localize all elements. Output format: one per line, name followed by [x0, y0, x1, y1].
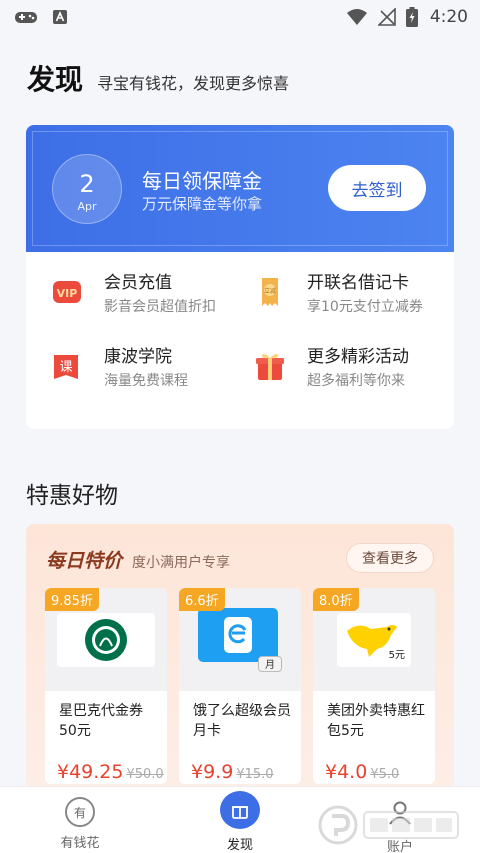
feature-debit-card[interactable]: 立减 开联名借记卡 享10元支付立减券: [251, 268, 454, 316]
deals-title: 每日特价: [46, 550, 123, 572]
tab-youqianhua[interactable]: 有 有钱花: [0, 787, 160, 853]
course-icon: 课: [48, 347, 86, 385]
feature-name: 康波学院: [104, 347, 172, 367]
watermark-logo: [318, 805, 459, 845]
gift-box-icon: [220, 791, 260, 829]
clock: 4:20: [429, 7, 468, 27]
product-list: 9.85折 星巴克代金券50元 ¥49.25 ¥50.0 月 6.6折 饿了么超…: [45, 588, 435, 784]
feature-name: 更多精彩活动: [307, 347, 409, 367]
tab-discover[interactable]: 发现: [160, 787, 320, 853]
date-day: 2: [79, 170, 95, 198]
feature-more-events[interactable]: 更多精彩活动 超多福利等你来: [251, 342, 454, 390]
tab-label: 发现: [226, 838, 253, 853]
feature-desc: 享10元支付立减券: [307, 299, 423, 315]
card-coupon-icon: 立减: [251, 273, 289, 311]
app-a-icon: [53, 10, 67, 24]
product-name: 美团外卖特惠红包5元: [327, 703, 425, 739]
sign-in-button[interactable]: 去签到: [328, 165, 426, 211]
status-bar: 4:20: [0, 0, 480, 34]
feature-desc: 海量免费课程: [104, 373, 188, 389]
deals-header: 每日特价 度小满用户专享: [46, 546, 230, 573]
product-card[interactable]: 9.85折 星巴克代金券50元 ¥49.25 ¥50.0: [45, 588, 167, 784]
product-card[interactable]: 月 6.6折 饿了么超级会员月卡 ¥9.9 ¥15.0: [179, 588, 301, 784]
month-badge: 月: [258, 655, 282, 672]
product-original-price: ¥50.0: [126, 767, 164, 782]
tab-label: 有钱花: [60, 836, 100, 851]
product-price: ¥49.25: [57, 761, 124, 783]
sign-in-banner[interactable]: 2 Apr 每日领保障金 万元保障金等你拿 去签到: [26, 125, 454, 252]
product-name: 星巴克代金券50元: [59, 703, 143, 739]
feature-grid: VIP 会员充值 影音会员超值折扣 立减 开联名借记卡 享10元支付立减券 课 …: [26, 252, 454, 390]
signal-off-icon: [377, 8, 396, 26]
banner-title: 每日领保障金: [142, 169, 262, 193]
date-month: Apr: [77, 200, 97, 213]
svg-text:课: 课: [59, 360, 72, 375]
discount-tag: 8.0折: [313, 588, 359, 611]
product-name: 饿了么超级会员月卡: [193, 703, 291, 739]
product-price: ¥9.9: [191, 761, 234, 783]
feature-name: 开联名借记卡: [307, 273, 409, 293]
deals-subtitle: 度小满用户专享: [132, 555, 231, 571]
section-title-deals: 特惠好物: [26, 483, 118, 509]
youqianhua-icon: 有: [65, 797, 95, 827]
vip-icon: VIP: [48, 273, 86, 311]
feature-academy[interactable]: 课 康波学院 海量免费课程: [48, 342, 251, 390]
svg-text:VIP: VIP: [57, 287, 78, 300]
feature-vip-recharge[interactable]: VIP 会员充值 影音会员超值折扣: [48, 268, 251, 316]
daily-deals-card: 每日特价 度小满用户专享 查看更多 9.85折 星巴克代金券50元 ¥49.25…: [26, 524, 454, 794]
eleme-logo: [198, 607, 278, 662]
date-badge: 2 Apr: [52, 154, 122, 224]
feature-name: 会员充值: [104, 273, 172, 293]
view-more-button[interactable]: 查看更多: [346, 543, 434, 573]
services-card: 2 Apr 每日领保障金 万元保障金等你拿 去签到 VIP 会员充值 影音会员超…: [26, 125, 454, 429]
svg-text:立减: 立减: [264, 287, 276, 295]
product-original-price: ¥15.0: [236, 767, 274, 782]
gamepad-icon: [15, 12, 37, 23]
feature-desc: 超多福利等你来: [307, 373, 405, 389]
gift-icon: [251, 347, 289, 385]
discount-tag: 9.85折: [45, 588, 99, 611]
starbucks-logo: [57, 612, 155, 667]
feature-desc: 影音会员超值折扣: [104, 299, 216, 315]
product-original-price: ¥5.0: [370, 767, 400, 782]
battery-charging-icon: [405, 7, 418, 27]
coupon-value-label: 5元: [388, 649, 405, 661]
product-price: ¥4.0: [325, 761, 368, 783]
page-subtitle: 寻宝有钱花，发现更多惊喜: [97, 74, 290, 93]
discount-tag: 6.6折: [179, 588, 225, 611]
product-card[interactable]: 5元 8.0折 美团外卖特惠红包5元 ¥4.0 ¥5.0: [313, 588, 435, 784]
banner-subtitle: 万元保障金等你拿: [142, 195, 263, 213]
wifi-icon: [346, 9, 367, 25]
page-title: 发现: [27, 63, 84, 96]
page-header: 发现 寻宝有钱花，发现更多惊喜: [27, 58, 289, 98]
